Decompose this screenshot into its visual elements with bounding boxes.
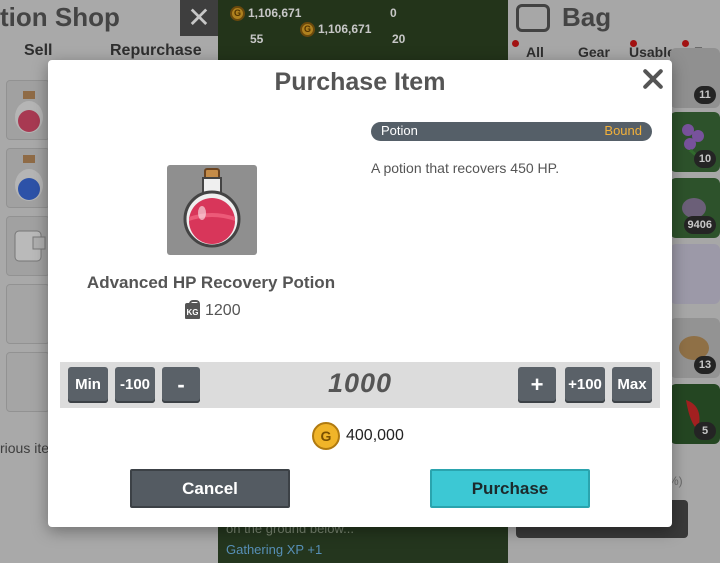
item-icon-frame [167, 165, 257, 255]
close-icon[interactable] [638, 64, 668, 94]
weight-icon: KG [185, 299, 200, 319]
increment-button[interactable]: + [518, 367, 556, 403]
total-price: G 400,000 [312, 422, 404, 452]
item-weight: KG 1200 [185, 299, 241, 320]
binding-status: Bound [604, 123, 642, 138]
item-type: Potion [381, 123, 418, 138]
weight-value: 1200 [205, 302, 241, 319]
cancel-button[interactable]: Cancel [130, 469, 290, 508]
item-name: Advanced HP Recovery Potion [86, 273, 336, 292]
purchase-button[interactable]: Purchase [430, 469, 590, 508]
plus-100-button[interactable]: +100 [565, 367, 605, 403]
price-value: 400,000 [346, 427, 404, 444]
gold-coin-icon: G [312, 422, 340, 450]
max-quantity-button[interactable]: Max [612, 367, 652, 403]
item-description: A potion that recovers 450 HP. [371, 160, 560, 176]
item-type-bar: Potion Bound [371, 122, 652, 141]
dialog-title: Purchase Item [274, 68, 446, 96]
hp-potion-icon [183, 168, 241, 248]
quantity-selector: Min -100 - 1000 + +100 Max [60, 362, 660, 408]
purchase-item-dialog: Purchase Item Advanced HP Recovery Potio… [48, 60, 672, 527]
